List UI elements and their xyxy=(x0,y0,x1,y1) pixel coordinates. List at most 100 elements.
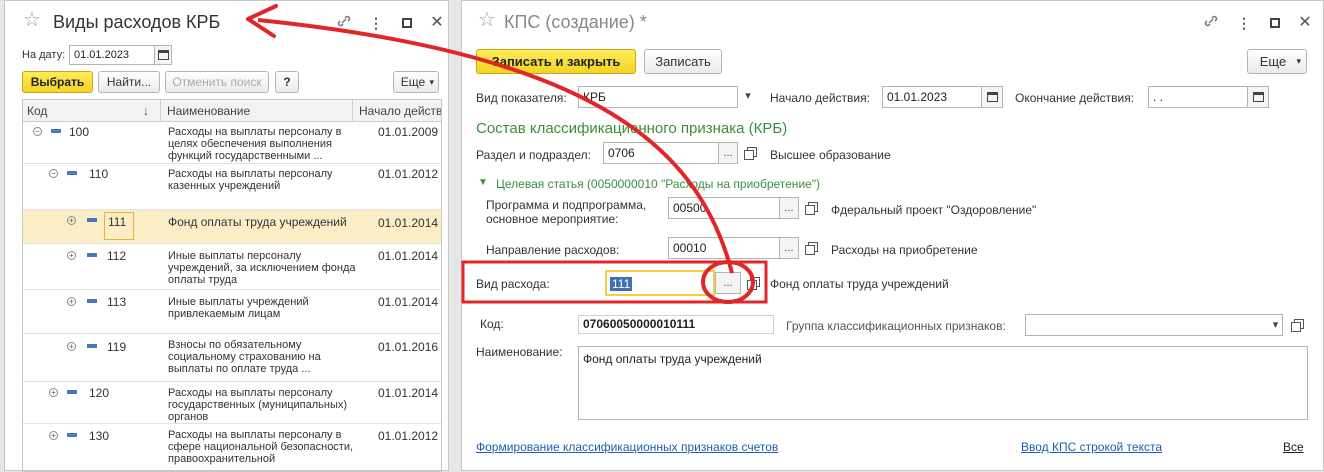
row-name: Иные выплаты учреждений привлекаемым лиц… xyxy=(168,296,309,320)
program-label-line1: Программа и подпрограмма, xyxy=(486,198,647,212)
direction-description: Расходы на приобретение xyxy=(831,243,978,257)
expand-icon[interactable]: + xyxy=(49,388,58,397)
right-window-title: КПС (создание) * xyxy=(504,12,647,32)
direction-select-button[interactable]: ... xyxy=(779,237,799,259)
end-date-calendar-button[interactable] xyxy=(1247,86,1269,108)
section-subsection-field[interactable]: 0706 xyxy=(603,142,719,164)
more-vertical-icon[interactable]: ⋮ xyxy=(1235,14,1253,32)
close-icon[interactable]: ✕ xyxy=(428,14,446,32)
collapse-icon[interactable]: − xyxy=(49,169,58,178)
indicator-type-field[interactable]: КРБ xyxy=(578,86,738,108)
open-icon[interactable] xyxy=(805,202,818,215)
date-label: На дату: xyxy=(22,49,66,61)
select-button[interactable]: Выбрать xyxy=(22,71,93,93)
left-more-label: Еще xyxy=(400,75,426,89)
open-icon[interactable] xyxy=(1291,319,1304,332)
expand-icon[interactable]: + xyxy=(67,251,76,260)
expand-icon[interactable]: + xyxy=(67,216,76,225)
help-button[interactable]: ? xyxy=(275,71,299,93)
cancel-search-button[interactable]: Отменить поиск xyxy=(165,71,269,93)
row-name: Фонд оплаты труда учреждений xyxy=(168,215,347,229)
left-more-button[interactable]: Еще ▾ xyxy=(393,71,439,93)
row-date: 01.01.2012 xyxy=(378,429,439,443)
row-name: Расходы на выплаты персоналу в целях обе… xyxy=(168,126,342,162)
right-more-label: Еще xyxy=(1259,54,1287,69)
program-description: Фдеральный проект "Оздоровление" xyxy=(831,203,1037,217)
start-date-field[interactable]: 01.01.2023 xyxy=(882,86,982,108)
group-item-icon xyxy=(67,171,77,175)
expense-types-table: Код ↓ Наименование Начало действи − 100 … xyxy=(22,99,442,472)
maximize-icon[interactable] xyxy=(402,18,412,28)
table-row[interactable]: + 130 Расходы на выплаты персоналу в сфе… xyxy=(23,424,441,471)
input-kps-text-link[interactable]: Ввод КПС строкой текста xyxy=(1021,440,1162,454)
calendar-icon xyxy=(158,50,169,60)
link-icon[interactable] xyxy=(1202,14,1220,32)
indicator-type-dropdown[interactable]: ▾ xyxy=(737,86,759,108)
column-header-name[interactable]: Наименование xyxy=(160,100,352,122)
right-more-button[interactable]: Еще ▾ xyxy=(1247,49,1307,74)
chevron-down-icon: ▾ xyxy=(1296,56,1301,66)
classification-group-dropdown[interactable]: ▾ xyxy=(1269,314,1283,336)
all-link[interactable]: Все xyxy=(1283,440,1304,454)
code-label: Код: xyxy=(480,317,504,331)
table-row[interactable]: − 100 Расходы на выплаты персоналу в цел… xyxy=(23,122,441,164)
row-code: 120 xyxy=(89,386,110,400)
program-select-button[interactable]: ... xyxy=(779,197,799,219)
expense-type-select-button[interactable]: ... xyxy=(715,272,741,294)
column-header-code[interactable]: Код ↓ xyxy=(23,100,160,122)
link-icon[interactable] xyxy=(335,14,353,32)
table-row-selected[interactable]: + 111 Фонд оплаты труда учреждений 01.01… xyxy=(23,210,441,244)
open-icon[interactable] xyxy=(805,242,818,255)
classification-group-field[interactable] xyxy=(1025,314,1270,336)
save-and-close-button[interactable]: Записать и закрыть xyxy=(476,49,636,74)
start-date-calendar-button[interactable] xyxy=(981,86,1003,108)
item-icon xyxy=(67,390,77,394)
start-date-label: Начало действия: xyxy=(770,91,870,105)
column-header-start[interactable]: Начало действи xyxy=(352,100,441,122)
section-subsection-description: Высшее образование xyxy=(770,148,891,162)
expense-types-window: ☆ Виды расходов КРБ ⋮ ✕ На дату: 01.01.2… xyxy=(4,0,449,472)
table-row[interactable]: + 119 Взносы по обязательному социальном… xyxy=(23,334,441,382)
code-field[interactable]: 07060050000010111 xyxy=(578,315,774,334)
expense-type-label: Вид расхода: xyxy=(476,277,550,291)
calendar-button[interactable] xyxy=(154,45,172,65)
find-button[interactable]: Найти... xyxy=(98,71,160,93)
expand-icon[interactable]: + xyxy=(49,431,58,440)
left-window-title: Виды расходов КРБ xyxy=(53,12,221,32)
end-date-field[interactable]: . . xyxy=(1148,86,1248,108)
group-item-icon xyxy=(51,129,61,133)
table-row[interactable]: + 113 Иные выплаты учреждений привлекаем… xyxy=(23,290,441,334)
collapse-chevron-icon[interactable]: ▼ xyxy=(478,177,488,188)
direction-field[interactable]: 00010 xyxy=(668,237,780,259)
row-name: Расходы на выплаты персоналу в сфере нац… xyxy=(168,429,354,465)
row-name: Расходы на выплаты персоналу казенных уч… xyxy=(168,168,333,192)
expand-icon[interactable]: + xyxy=(67,342,76,351)
favorite-star-icon[interactable]: ☆ xyxy=(23,10,41,30)
item-icon xyxy=(87,218,97,222)
target-article-group[interactable]: Целевая статья (0050000010 "Расходы на п… xyxy=(496,177,820,191)
expand-icon[interactable]: + xyxy=(67,297,76,306)
favorite-star-icon[interactable]: ☆ xyxy=(478,10,496,30)
more-vertical-icon[interactable]: ⋮ xyxy=(367,14,385,32)
open-icon[interactable] xyxy=(744,147,757,160)
date-field[interactable]: 01.01.2023 xyxy=(69,45,155,65)
table-row[interactable]: + 120 Расходы на выплаты персоналу госуд… xyxy=(23,382,441,424)
row-date: 01.01.2014 xyxy=(378,386,439,400)
expense-type-field[interactable]: 111 xyxy=(605,270,715,296)
name-textarea[interactable]: Фонд оплаты труда учреждений xyxy=(578,346,1308,420)
row-date: 01.01.2016 xyxy=(378,340,439,354)
expense-type-selected-text: 111 xyxy=(610,277,633,291)
section-subsection-select-button[interactable]: ... xyxy=(718,142,738,164)
close-icon[interactable]: ✕ xyxy=(1296,14,1314,32)
dropdown-arrow-icon: ▾ xyxy=(1272,319,1279,331)
item-icon xyxy=(87,253,97,257)
kps-create-window: ☆ КПС (создание) * ⋮ ✕ Записать и закрыт… xyxy=(461,0,1324,471)
table-row[interactable]: + 112 Иные выплаты персоналу учреждений,… xyxy=(23,244,441,290)
save-button[interactable]: Записать xyxy=(644,49,722,74)
maximize-icon[interactable] xyxy=(1270,18,1280,28)
open-icon[interactable] xyxy=(747,277,760,290)
form-classification-link[interactable]: Формирование классификационных признаков… xyxy=(476,440,778,454)
table-row[interactable]: − 110 Расходы на выплаты персоналу казен… xyxy=(23,164,441,210)
collapse-icon[interactable]: − xyxy=(33,127,42,136)
program-field[interactable]: 00500 xyxy=(668,197,780,219)
